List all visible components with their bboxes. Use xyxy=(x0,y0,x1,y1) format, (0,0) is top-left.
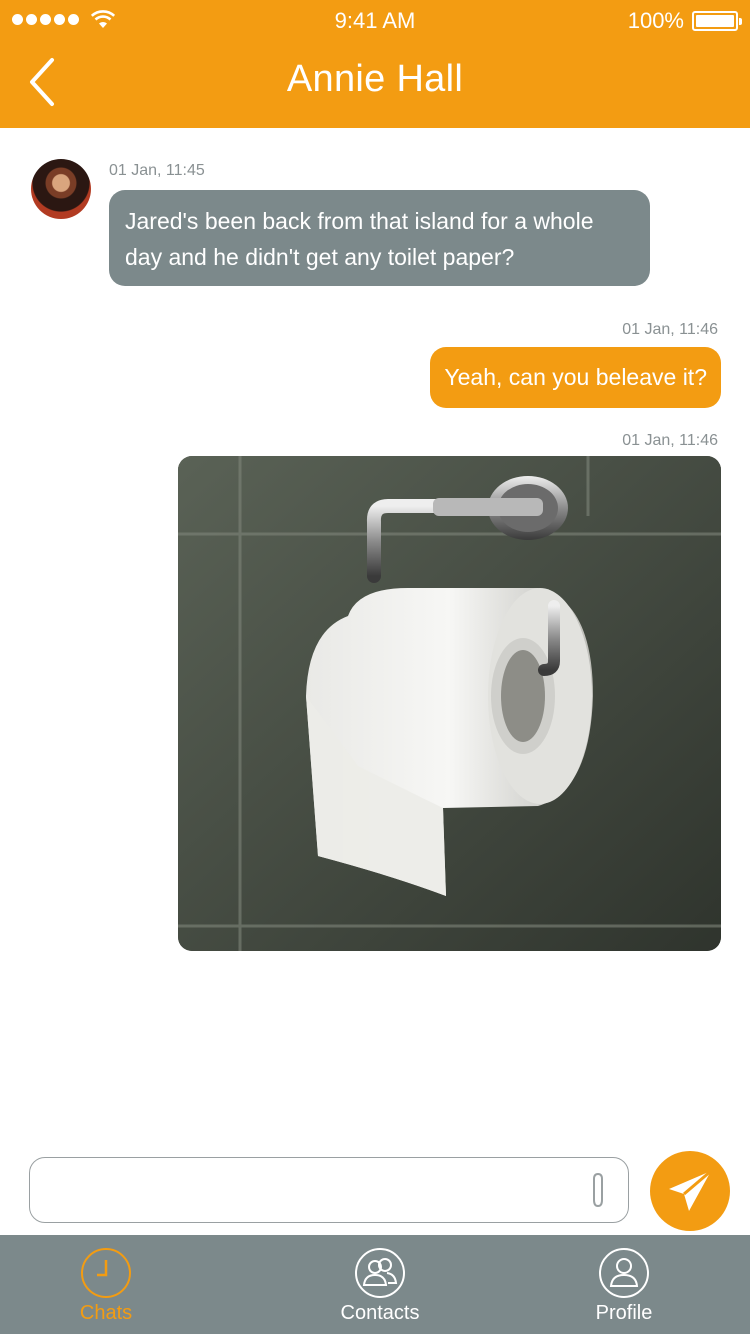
paperclip-icon xyxy=(593,1172,603,1208)
tab-bar: Chats Contacts Profile xyxy=(0,1235,750,1334)
clock-icon xyxy=(81,1248,131,1298)
contacts-icon xyxy=(355,1248,405,1298)
battery-icon xyxy=(692,11,742,31)
tab-label: Chats xyxy=(79,1302,133,1324)
chat-title: Annie Hall xyxy=(286,58,464,100)
outgoing-message-bubble[interactable]: Yeah, can you beleave it? xyxy=(430,347,721,408)
toilet-paper-photo xyxy=(178,456,721,951)
tab-chats[interactable]: Chats xyxy=(26,1235,186,1334)
message-timestamp: 01 Jan, 11:46 xyxy=(622,432,718,449)
tab-label: Profile xyxy=(595,1302,653,1324)
profile-icon xyxy=(599,1248,649,1298)
message-composer xyxy=(29,1157,629,1223)
message-timestamp: 01 Jan, 11:45 xyxy=(109,162,205,179)
paper-plane-icon xyxy=(669,1169,712,1211)
tab-profile[interactable]: Profile xyxy=(544,1235,704,1334)
contact-avatar[interactable] xyxy=(31,159,91,219)
incoming-message-bubble[interactable]: Jared's been back from that island for a… xyxy=(109,190,650,286)
message-input[interactable] xyxy=(46,1158,576,1222)
message-timestamp: 01 Jan, 11:46 xyxy=(622,321,718,338)
attach-button[interactable] xyxy=(588,1170,608,1212)
tab-contacts[interactable]: Contacts xyxy=(300,1235,460,1334)
send-button[interactable] xyxy=(650,1151,730,1231)
battery-percent: 100% xyxy=(627,8,684,33)
image-message[interactable] xyxy=(178,456,721,951)
tab-label: Contacts xyxy=(340,1302,420,1324)
header: 9:41 AM 100% Annie Hall xyxy=(0,0,750,128)
status-bar: 9:41 AM 100% xyxy=(0,0,750,40)
